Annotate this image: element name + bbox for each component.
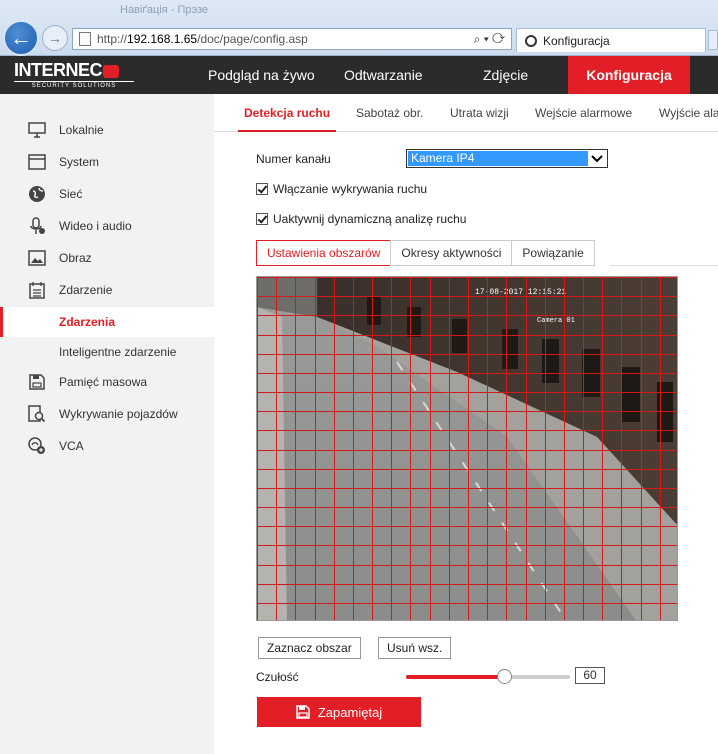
brand-logo: INTERNEC SECURITY SOLUTIONS: [14, 61, 138, 91]
sidebar-item-label: VCA: [59, 439, 84, 453]
sidebar-item-vca[interactable]: VCA: [0, 431, 214, 461]
settings-subtabs: Ustawienia obszarów Okresy aktywności Po…: [256, 240, 595, 266]
arrow-left-icon: ←: [10, 25, 32, 50]
forward-button[interactable]: →: [42, 25, 68, 51]
url-host: 192.168.1.65: [127, 32, 198, 46]
dynamic-analysis-row[interactable]: Uaktywnij dynamiczną analizę ruchu: [256, 212, 466, 226]
chevron-down-icon: [589, 151, 605, 166]
nav-playback[interactable]: Odtwarzanie: [344, 56, 423, 94]
sidebar-item-system[interactable]: System: [0, 147, 214, 177]
main-content: Detekcja ruchu Sabotaż obr. Utrata wizji…: [214, 94, 718, 754]
monitor-icon: [28, 121, 46, 139]
vca-icon: [28, 437, 46, 455]
microphone-icon: [28, 217, 46, 235]
image-icon: [28, 249, 46, 267]
address-bar[interactable]: http://192.168.1.65/doc/page/config.asp …: [72, 28, 512, 50]
mark-area-button[interactable]: Zaznacz obszar: [258, 637, 361, 659]
sidebar-item-local[interactable]: Lokalnie: [0, 115, 214, 145]
browser-tab[interactable]: Konfiguracja: [516, 28, 706, 52]
sidebar-item-smart-event[interactable]: Inteligentne zdarzenie: [0, 337, 214, 367]
address-tools[interactable]: ⌕ ▾ ⟳: [474, 32, 505, 47]
sidebar-item-event[interactable]: Zdarzenie: [0, 275, 214, 305]
sidebar-item-label: Zdarzenie: [59, 283, 113, 297]
sidebar-item-events[interactable]: Zdarzenia: [0, 307, 214, 337]
save-label: Zapamiętaj: [317, 704, 383, 720]
channel-label: Numer kanału: [256, 152, 331, 166]
sidebar-item-label: Wykrywanie pojazdów: [59, 407, 178, 421]
window-title: Навіґація - Прэзе: [120, 4, 209, 16]
nav-live-view[interactable]: Podgląd na żywo: [208, 56, 315, 94]
tab-tamper[interactable]: Sabotaż obr.: [356, 106, 423, 132]
sensitivity-value[interactable]: 60: [575, 667, 605, 684]
tab-favicon-icon: [525, 34, 537, 47]
tab-motion-detection[interactable]: Detekcja ruchu: [238, 106, 337, 132]
save-icon: [296, 705, 310, 719]
video-osd-name: Camera 01: [537, 317, 575, 325]
disk-icon: [28, 373, 46, 391]
motion-area-video[interactable]: 17-08-2017 12:15:21 Camera 01: [256, 276, 678, 621]
enable-motion-checkbox[interactable]: [256, 183, 268, 195]
channel-select[interactable]: Kamera IP4: [406, 149, 608, 168]
sidebar-item-image[interactable]: Obraz: [0, 243, 214, 273]
sidebar-item-video-audio[interactable]: Wideo i audio: [0, 211, 214, 241]
sensitivity-slider-handle[interactable]: [497, 669, 513, 684]
url-scheme: http://: [97, 32, 128, 46]
video-osd-time: 17-08-2017 12:15:21: [475, 288, 566, 297]
sidebar-item-label: Wideo i audio: [59, 219, 132, 233]
page-icon: [79, 32, 91, 46]
url-path: /doc/page/config.asp: [197, 32, 308, 46]
dynamic-analysis-label: Uaktywnij dynamiczną analizę ruchu: [273, 212, 467, 226]
logo-subtitle: SECURITY SOLUTIONS: [14, 81, 134, 89]
subtab-schedule[interactable]: Okresy aktywności: [390, 240, 513, 266]
sidebar-item-label: Zdarzenia: [59, 315, 116, 329]
tab-alarm-output[interactable]: Wyjście ala: [659, 106, 718, 132]
sidebar-item-storage[interactable]: Pamięć masowa: [0, 367, 214, 397]
enable-motion-row[interactable]: Włączanie wykrywania ruchu: [256, 182, 427, 196]
video-frame[interactable]: 17-08-2017 12:15:21 Camera 01: [257, 277, 678, 621]
sidebar: Lokalnie System Sieć Wideo i audio Obraz…: [0, 94, 214, 754]
tab-video-loss[interactable]: Utrata wizji: [450, 106, 509, 132]
subtab-divider: [610, 265, 718, 266]
back-button[interactable]: ←: [3, 20, 39, 56]
tab-title: Konfiguracja: [543, 33, 610, 48]
sidebar-item-label: Sieć: [59, 187, 83, 201]
window-icon: [28, 153, 46, 171]
nav-picture[interactable]: Zdjęcie: [483, 56, 528, 94]
sidebar-item-label: Lokalnie: [59, 123, 104, 137]
logo-text: INTERNEC: [14, 61, 138, 79]
sensitivity-label: Czułość: [256, 670, 299, 684]
app-header: INTERNEC SECURITY SOLUTIONS Podgląd na ż…: [0, 56, 718, 94]
sidebar-item-vehicle-detection[interactable]: Wykrywanie pojazdów: [0, 399, 214, 429]
browser-toolbar: Навіґація - Прэзе ← → http://192.168.1.6…: [0, 0, 718, 56]
arrow-right-icon: →: [48, 30, 62, 46]
dynamic-analysis-checkbox[interactable]: [256, 213, 268, 225]
sidebar-item-label: Pamięć masowa: [59, 375, 148, 389]
enable-motion-label: Włączanie wykrywania ruchu: [273, 182, 428, 196]
subtab-area-settings[interactable]: Ustawienia obszarów: [256, 240, 392, 266]
clear-all-button[interactable]: Usuń wsz.: [378, 637, 452, 659]
save-button[interactable]: Zapamiętaj: [257, 697, 421, 727]
event-tabs: Detekcja ruchu Sabotaż obr. Utrata wizji…: [214, 106, 718, 132]
sidebar-item-label: Inteligentne zdarzenie: [59, 345, 177, 359]
sensitivity-slider[interactable]: [406, 669, 570, 684]
subtab-linkage[interactable]: Powiązanie: [511, 240, 595, 266]
channel-select-value: Kamera IP4: [408, 151, 588, 166]
globe-icon: [28, 185, 46, 203]
tab-alarm-input[interactable]: Wejście alarmowe: [535, 106, 632, 132]
calendar-icon: [28, 281, 46, 299]
sensitivity-slider-fill: [406, 675, 505, 679]
sidebar-item-network[interactable]: Sieć: [0, 179, 214, 209]
sidebar-item-label: System: [59, 155, 100, 169]
new-tab-button[interactable]: [708, 30, 718, 50]
sidebar-item-label: Obraz: [59, 251, 92, 265]
nav-configuration[interactable]: Konfiguracja: [568, 56, 690, 94]
vehicle-search-icon: [28, 405, 46, 423]
